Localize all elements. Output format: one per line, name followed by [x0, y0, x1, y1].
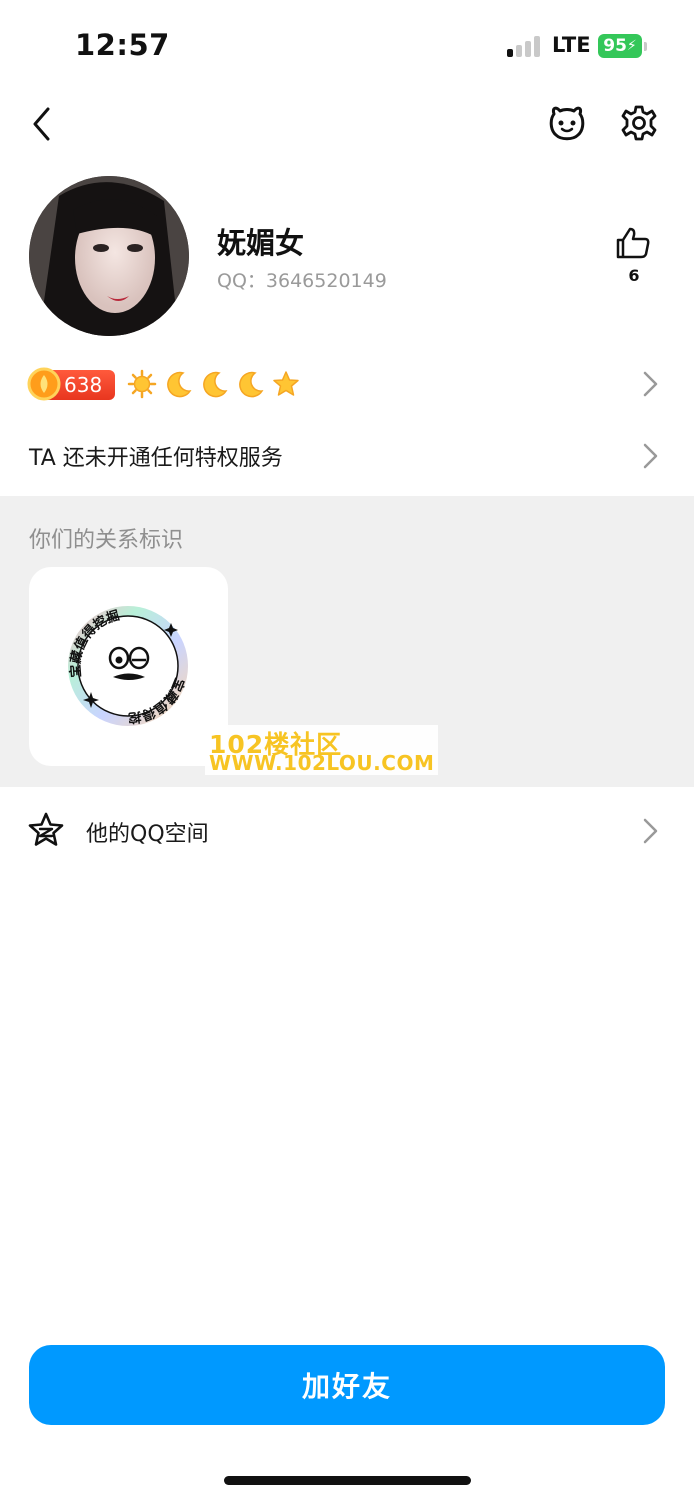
- settings-button[interactable]: [618, 102, 660, 144]
- home-indicator[interactable]: [224, 1476, 471, 1485]
- coin-value: 638: [64, 373, 103, 397]
- moon-icon: [239, 371, 264, 398]
- like-count: 6: [628, 266, 640, 285]
- privilege-text: TA 还未开通任何特权服务: [29, 446, 283, 471]
- chevron-left-icon: [33, 107, 50, 141]
- qq-number-row: QQ：3646520149: [217, 266, 387, 293]
- pet-button[interactable]: [546, 102, 588, 144]
- chevron-right-icon: [643, 371, 658, 397]
- chevron-right-icon: [643, 443, 658, 469]
- avatar-photo: [29, 176, 189, 336]
- coin-icon: [27, 367, 61, 401]
- sun-icon: [127, 369, 157, 399]
- like-button[interactable]: 6: [614, 226, 654, 290]
- avatar[interactable]: [29, 176, 189, 336]
- battery-level: 95: [603, 36, 627, 56]
- relation-title: 你们的关系标识: [29, 528, 184, 553]
- back-button[interactable]: [22, 104, 62, 144]
- network-type: LTE: [552, 33, 591, 57]
- watermark-url: WWW.102LOU.COM: [209, 751, 435, 775]
- qq-label: QQ：: [217, 270, 266, 292]
- relation-badge-card[interactable]: 宝藏值得挖掘 宝藏值得挖掘: [22, 555, 228, 766]
- nickname: 妩媚女: [217, 226, 305, 260]
- qzone-star-icon: [28, 812, 64, 846]
- signal-icon: [507, 35, 543, 57]
- privilege-row[interactable]: TA 还未开通任何特权服务: [0, 424, 694, 488]
- level-row[interactable]: 638: [0, 352, 694, 416]
- qzone-row[interactable]: 他的QQ空间: [0, 797, 694, 865]
- qq-number: 3646520149: [265, 270, 387, 292]
- relation-section: 你们的关系标识 宝藏值得挖掘 宝藏值得挖掘: [0, 496, 694, 787]
- moon-icon: [167, 371, 192, 398]
- watermark: 102楼社区 WWW.102LOU.COM: [205, 725, 438, 775]
- status-time: 12:57: [75, 28, 170, 62]
- add-friend-button[interactable]: 加好友: [29, 1345, 665, 1425]
- pet-face-icon: [549, 106, 585, 141]
- moon-icon: [203, 371, 228, 398]
- thumbs-up-icon: [616, 227, 650, 259]
- chevron-right-icon: [643, 818, 658, 844]
- gear-icon: [621, 105, 657, 141]
- battery-icon: 95 ⚡: [598, 34, 642, 58]
- star-icon: [273, 371, 299, 396]
- treasure-badge-icon: 宝藏值得挖掘 宝藏值得挖掘: [22, 555, 188, 726]
- battery-cap: [644, 42, 647, 51]
- status-bar: 12:57 LTE 95 ⚡: [0, 0, 694, 92]
- qzone-label: 他的QQ空间: [86, 822, 209, 847]
